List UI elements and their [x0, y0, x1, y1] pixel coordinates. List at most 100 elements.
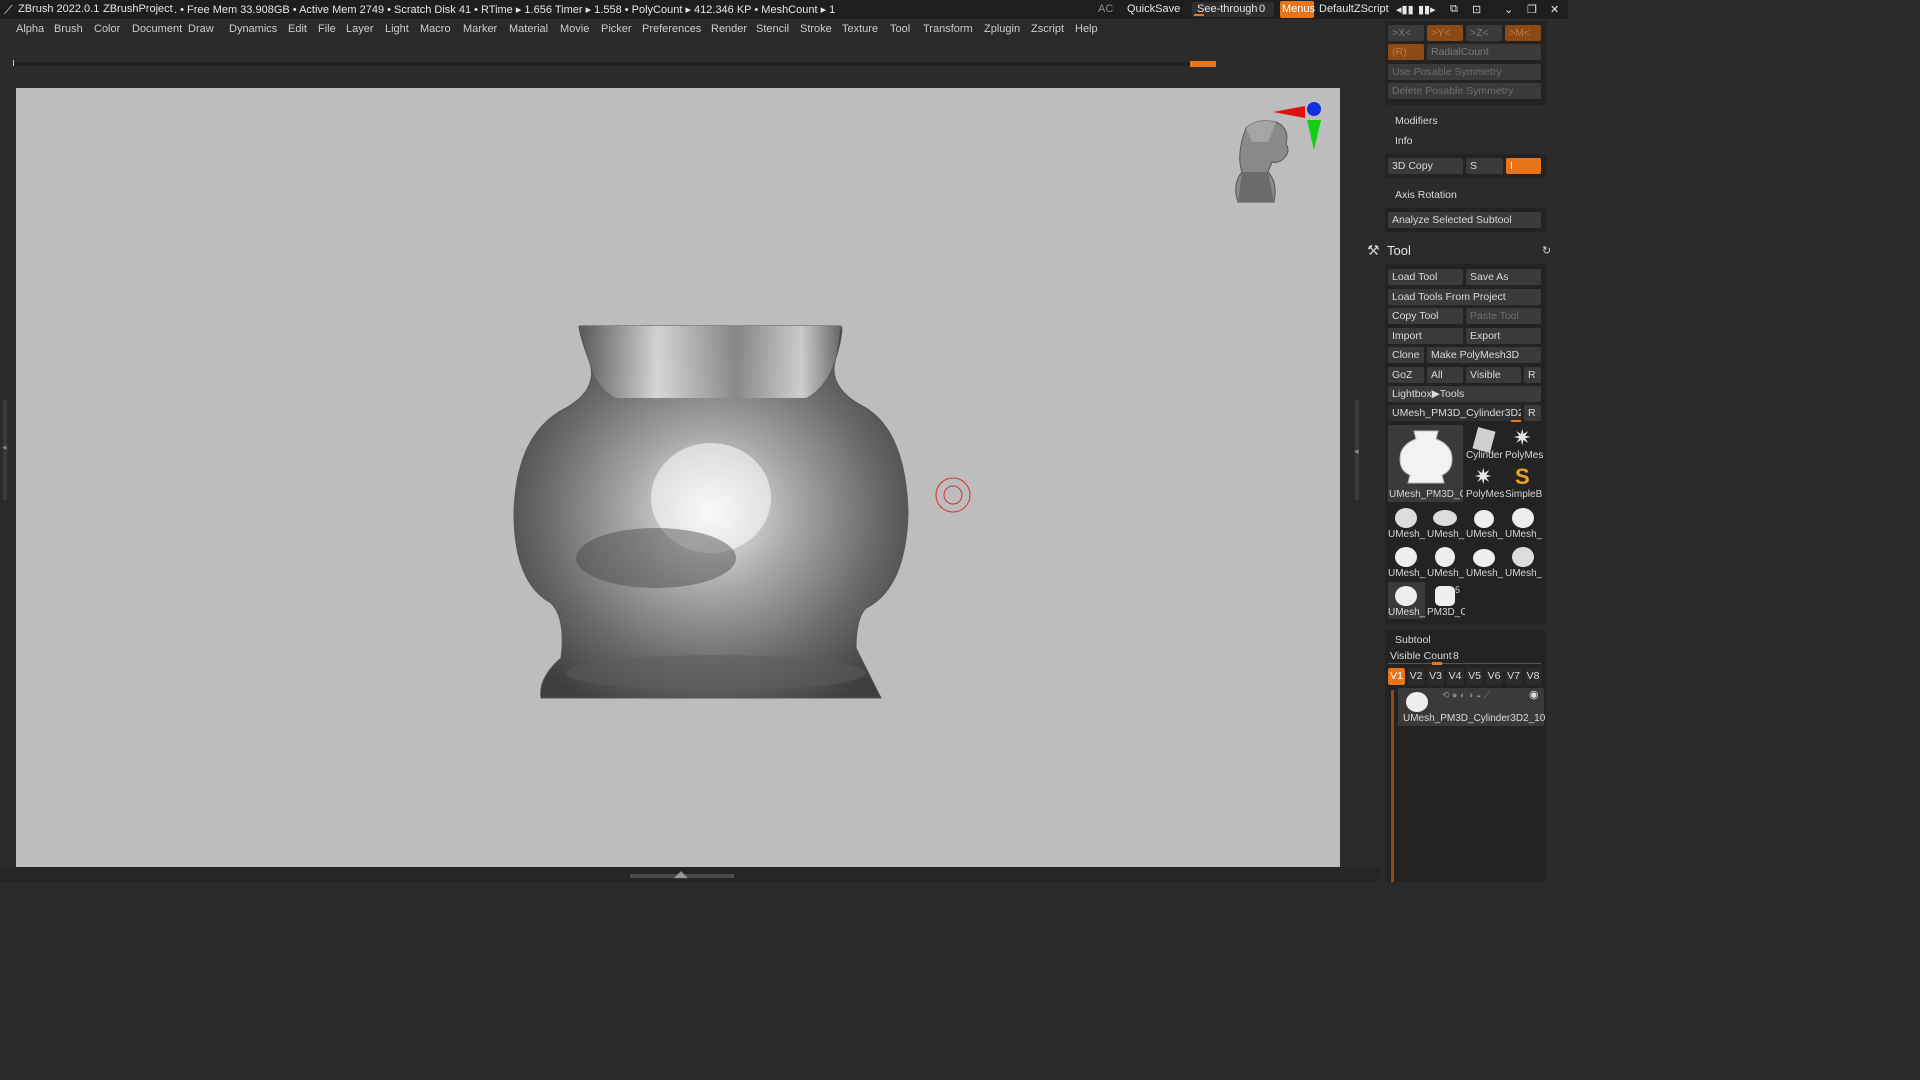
- version-v3-button[interactable]: V3: [1427, 668, 1444, 685]
- tool-palette-title[interactable]: Tool: [1387, 243, 1411, 258]
- menu-transform[interactable]: Transform: [923, 23, 973, 35]
- menu-zscript[interactable]: Zscript: [1031, 23, 1064, 35]
- umesh-thumb-3[interactable]: UMesh_: [1466, 504, 1503, 541]
- pm3d-thumb[interactable]: 5 PM3D_C: [1427, 582, 1465, 619]
- goz-visible-button[interactable]: Visible: [1466, 367, 1521, 383]
- default-zscript-button[interactable]: DefaultZScript: [1319, 3, 1389, 15]
- menu-document[interactable]: Document: [132, 23, 182, 35]
- simplebrush-thumb[interactable]: S SimpleB: [1505, 464, 1542, 501]
- right-tray-arrow-icon[interactable]: ◂: [1354, 446, 1359, 457]
- menu-texture[interactable]: Texture: [842, 23, 878, 35]
- menu-movie[interactable]: Movie: [560, 23, 589, 35]
- tray-right-icon[interactable]: ▮▮▸: [1418, 3, 1436, 16]
- radial-count-slider[interactable]: RadialCount: [1427, 44, 1541, 60]
- subtool-item[interactable]: ⟲ ● ◐ ◑ ◒ ⟋ ◉ UMesh_PM3D_Cylinder3D2_10: [1398, 688, 1545, 726]
- clone-button[interactable]: Clone: [1388, 347, 1424, 363]
- version-v5-button[interactable]: V5: [1466, 668, 1483, 685]
- left-tray-arrow-icon[interactable]: ◂: [2, 442, 7, 453]
- axis-rotation-header[interactable]: Axis Rotation: [1395, 189, 1457, 201]
- copy-tool-button[interactable]: Copy Tool: [1388, 308, 1463, 324]
- visible-count-slider[interactable]: Visible Count 8: [1388, 649, 1541, 665]
- sym-z-button[interactable]: >Z<: [1466, 25, 1502, 41]
- version-v7-button[interactable]: V7: [1505, 668, 1522, 685]
- current-tool-r-button[interactable]: R: [1524, 405, 1541, 421]
- menu-help[interactable]: Help: [1075, 23, 1098, 35]
- menu-stroke[interactable]: Stroke: [800, 23, 832, 35]
- menu-draw[interactable]: Draw: [188, 23, 214, 35]
- menu-material[interactable]: Material: [509, 23, 548, 35]
- sym-m-button[interactable]: >M<: [1505, 25, 1541, 41]
- goz-button[interactable]: GoZ: [1388, 367, 1424, 383]
- bottom-tray-arrow-icon[interactable]: ◢◣: [674, 869, 688, 880]
- menu-preferences[interactable]: Preferences: [642, 23, 701, 35]
- analyze-selected-subtool-button[interactable]: Analyze Selected Subtool: [1388, 212, 1541, 228]
- make-polymesh3d-button[interactable]: Make PolyMesh3D: [1427, 347, 1541, 363]
- menu-stencil[interactable]: Stencil: [756, 23, 789, 35]
- umesh-thumb-8[interactable]: UMesh_: [1505, 543, 1542, 580]
- vase-model[interactable]: [506, 318, 916, 708]
- menu-zplugin[interactable]: Zplugin: [984, 23, 1020, 35]
- close-icon[interactable]: ✕: [1550, 3, 1559, 16]
- refresh-icon[interactable]: ↻: [1542, 244, 1551, 257]
- menu-layer[interactable]: Layer: [346, 23, 374, 35]
- quicksave-button[interactable]: QuickSave: [1127, 3, 1180, 15]
- menu-color[interactable]: Color: [94, 23, 120, 35]
- 3d-copy-s-button[interactable]: S: [1466, 158, 1503, 174]
- shelf-handle[interactable]: [1190, 61, 1216, 67]
- info-header[interactable]: Info: [1395, 135, 1413, 147]
- menu-alpha[interactable]: Alpha: [16, 23, 44, 35]
- navigation-gizmo[interactable]: [1228, 98, 1324, 206]
- document-canvas[interactable]: [16, 88, 1340, 867]
- menu-brush[interactable]: Brush: [54, 23, 83, 35]
- sym-y-button[interactable]: >Y<: [1427, 25, 1463, 41]
- lightbox-tools-button[interactable]: Lightbox▶Tools: [1388, 386, 1541, 402]
- menu-file[interactable]: File: [318, 23, 336, 35]
- umesh-thumb-5[interactable]: UMesh_: [1388, 543, 1425, 580]
- export-button[interactable]: Export: [1466, 328, 1541, 344]
- menus-toggle[interactable]: Menus: [1280, 1, 1315, 18]
- active-tool-thumb[interactable]: UMesh_PM3D_C: [1388, 425, 1463, 502]
- menu-light[interactable]: Light: [385, 23, 409, 35]
- see-through-slider[interactable]: See-through 0: [1192, 2, 1274, 17]
- version-v6-button[interactable]: V6: [1485, 668, 1503, 685]
- umesh-thumb-6[interactable]: UMesh_: [1427, 543, 1464, 580]
- menu-dynamics[interactable]: Dynamics: [229, 23, 277, 35]
- config-icon[interactable]: ⊡: [1472, 3, 1481, 16]
- modifiers-header[interactable]: Modifiers: [1395, 115, 1438, 127]
- 3d-copy-button[interactable]: 3D Copy: [1388, 158, 1463, 174]
- menu-macro[interactable]: Macro: [420, 23, 451, 35]
- 3d-copy-i-button[interactable]: I: [1506, 158, 1541, 174]
- load-tools-from-project-button[interactable]: Load Tools From Project: [1388, 289, 1541, 305]
- version-v1-button[interactable]: V1: [1388, 668, 1405, 685]
- umesh-thumb-9[interactable]: UMesh_: [1388, 582, 1425, 619]
- current-tool-slider[interactable]: UMesh_PM3D_Cylinder3D2_1: [1388, 405, 1521, 421]
- umesh-thumb-2[interactable]: UMesh_: [1427, 504, 1464, 541]
- umesh-thumb-1[interactable]: UMesh_: [1388, 504, 1425, 541]
- cylinder-thumb[interactable]: Cylinder: [1466, 425, 1503, 462]
- version-v2-button[interactable]: V2: [1407, 668, 1425, 685]
- version-v4-button[interactable]: V4: [1446, 668, 1464, 685]
- tray-left-icon[interactable]: ◂▮▮: [1396, 3, 1414, 16]
- menu-picker[interactable]: Picker: [601, 23, 632, 35]
- eye-icon[interactable]: ◉: [1529, 688, 1539, 701]
- load-tool-button[interactable]: Load Tool: [1388, 269, 1463, 285]
- menu-marker[interactable]: Marker: [463, 23, 497, 35]
- menu-render[interactable]: Render: [711, 23, 747, 35]
- menu-edit[interactable]: Edit: [288, 23, 307, 35]
- version-v8-button[interactable]: V8: [1524, 668, 1542, 685]
- subtool-header[interactable]: Subtool: [1395, 634, 1431, 646]
- polymesh-star-thumb[interactable]: ✷ PolyMes: [1505, 425, 1543, 462]
- layout-icon[interactable]: ⧉: [1450, 3, 1458, 16]
- sym-x-button[interactable]: >X<: [1388, 25, 1424, 41]
- umesh-thumb-4[interactable]: UMesh_: [1505, 504, 1542, 541]
- polymesh-star-thumb-2[interactable]: ✷ PolyMes: [1466, 464, 1504, 501]
- restore-icon[interactable]: ❐: [1527, 3, 1537, 16]
- delete-posable-symmetry-button[interactable]: Delete Posable Symmetry: [1388, 83, 1541, 99]
- menu-tool[interactable]: Tool: [890, 23, 910, 35]
- goz-all-button[interactable]: All: [1427, 367, 1463, 383]
- goz-r-button[interactable]: R: [1524, 367, 1541, 383]
- sym-r-button[interactable]: (R): [1388, 44, 1424, 60]
- umesh-thumb-7[interactable]: UMesh_: [1466, 543, 1503, 580]
- save-as-button[interactable]: Save As: [1466, 269, 1541, 285]
- import-button[interactable]: Import: [1388, 328, 1463, 344]
